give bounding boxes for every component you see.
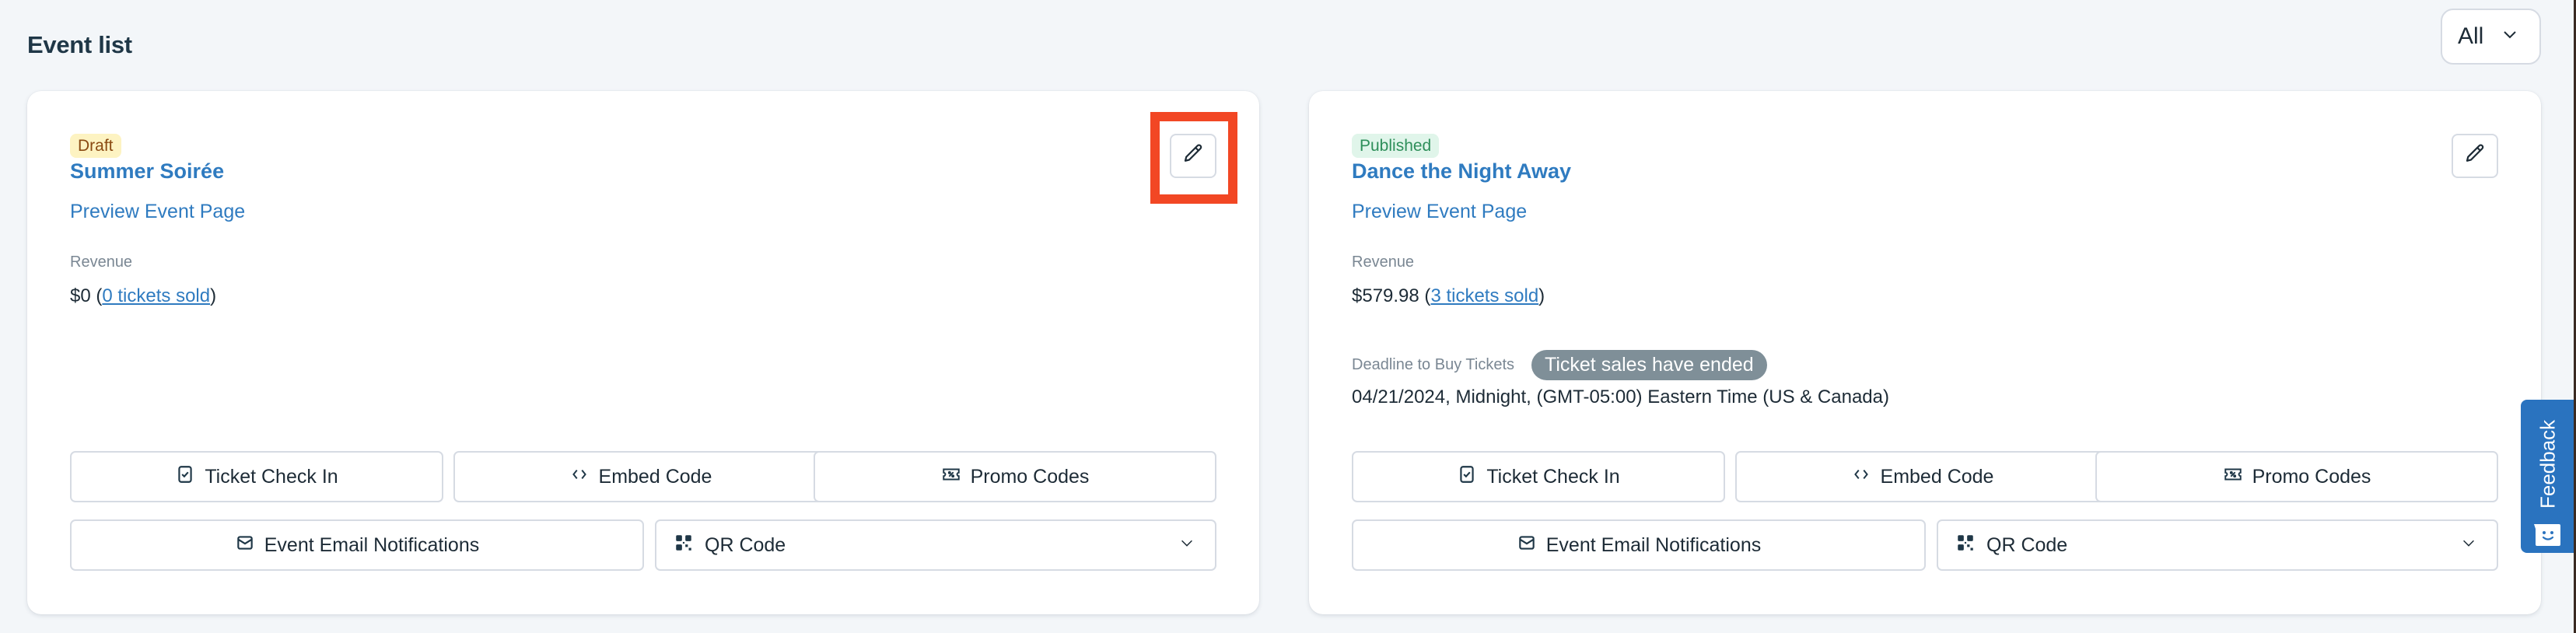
revenue-amount: $0 xyxy=(70,285,91,306)
feedback-tab[interactable]: Feedback xyxy=(2521,400,2576,553)
sales-ended-badge: Ticket sales have ended xyxy=(1531,350,1767,380)
envelope-icon xyxy=(235,533,255,558)
qr-code-dropdown[interactable]: QR Code xyxy=(1937,519,2498,571)
button-label: Event Email Notifications xyxy=(1545,533,1762,556)
chevron-down-icon xyxy=(1178,534,1195,557)
button-label: Embed Code xyxy=(1880,465,1994,488)
pencil-icon xyxy=(1181,142,1205,170)
filter-selected-value: All xyxy=(2458,23,2484,49)
button-label: Promo Codes xyxy=(2252,465,2371,488)
button-label: Ticket Check In xyxy=(1486,465,1620,488)
status-badge: Draft xyxy=(70,134,121,158)
status-badge: Published xyxy=(1352,134,1440,158)
qr-code-icon xyxy=(674,533,694,558)
checkbox-icon xyxy=(175,464,195,490)
deadline-label: Deadline to Buy Tickets xyxy=(1352,356,1514,373)
status-filter-select[interactable]: All xyxy=(2441,9,2541,65)
event-card: Published Dance the Night Away Preview E… xyxy=(1309,91,2541,614)
revenue-value: $0 (0 tickets sold) xyxy=(70,285,217,306)
deadline-row: Deadline to Buy Tickets Ticket sales hav… xyxy=(1352,350,1767,380)
tickets-sold-link[interactable]: 0 tickets sold xyxy=(102,285,210,306)
ticket-percent-icon xyxy=(2223,464,2243,490)
deadline-value: 04/21/2024, Midnight, (GMT-05:00) Easter… xyxy=(1352,386,1889,407)
ticket-check-in-button[interactable]: Ticket Check In xyxy=(1352,451,1725,502)
qr-code-dropdown[interactable]: QR Code xyxy=(655,519,1216,571)
revenue-amount: $579.98 xyxy=(1352,285,1419,306)
edit-event-button[interactable] xyxy=(2452,134,2498,178)
page-title: Event list xyxy=(27,31,132,58)
button-label: Embed Code xyxy=(598,465,712,488)
button-label: Ticket Check In xyxy=(205,465,338,488)
tickets-sold-link[interactable]: 3 tickets sold xyxy=(1430,285,1538,306)
ticket-percent-icon xyxy=(941,464,961,490)
event-list-page: Event list All Draft Summer Soirée Previ… xyxy=(0,0,2576,633)
pencil-icon xyxy=(2463,142,2487,170)
edit-event-button[interactable] xyxy=(1170,134,1216,178)
promo-codes-button[interactable]: Promo Codes xyxy=(2095,451,2498,502)
preview-event-page-link[interactable]: Preview Event Page xyxy=(70,201,245,223)
button-label: Promo Codes xyxy=(970,465,1090,488)
envelope-icon xyxy=(1517,533,1537,558)
checkbox-icon xyxy=(1457,464,1477,490)
button-label: QR Code xyxy=(705,533,786,556)
revenue-value: $579.98 (3 tickets sold) xyxy=(1352,285,1545,306)
chat-smiley-icon xyxy=(2534,523,2562,547)
revenue-label: Revenue xyxy=(1352,254,1415,271)
chevron-down-icon xyxy=(2460,534,2477,557)
embed-code-button[interactable]: Embed Code xyxy=(1735,451,2109,502)
embed-code-button[interactable]: Embed Code xyxy=(453,451,828,502)
button-label: QR Code xyxy=(1986,533,2068,556)
event-card: Draft Summer Soirée Preview Event Page R… xyxy=(27,91,1259,614)
event-title-link[interactable]: Dance the Night Away xyxy=(1352,159,1571,184)
event-email-notifications-button[interactable]: Event Email Notifications xyxy=(1352,519,1926,571)
code-icon xyxy=(569,464,590,490)
revenue-label: Revenue xyxy=(70,254,133,271)
preview-event-page-link[interactable]: Preview Event Page xyxy=(1352,201,1527,223)
event-email-notifications-button[interactable]: Event Email Notifications xyxy=(70,519,644,571)
ticket-check-in-button[interactable]: Ticket Check In xyxy=(70,451,443,502)
chevron-down-icon xyxy=(2501,23,2519,50)
feedback-label: Feedback xyxy=(2536,419,2560,509)
button-label: Event Email Notifications xyxy=(264,533,480,556)
code-icon xyxy=(1851,464,1871,490)
event-title-link[interactable]: Summer Soirée xyxy=(70,159,224,184)
promo-codes-button[interactable]: Promo Codes xyxy=(814,451,1216,502)
qr-code-icon xyxy=(1955,533,1976,558)
